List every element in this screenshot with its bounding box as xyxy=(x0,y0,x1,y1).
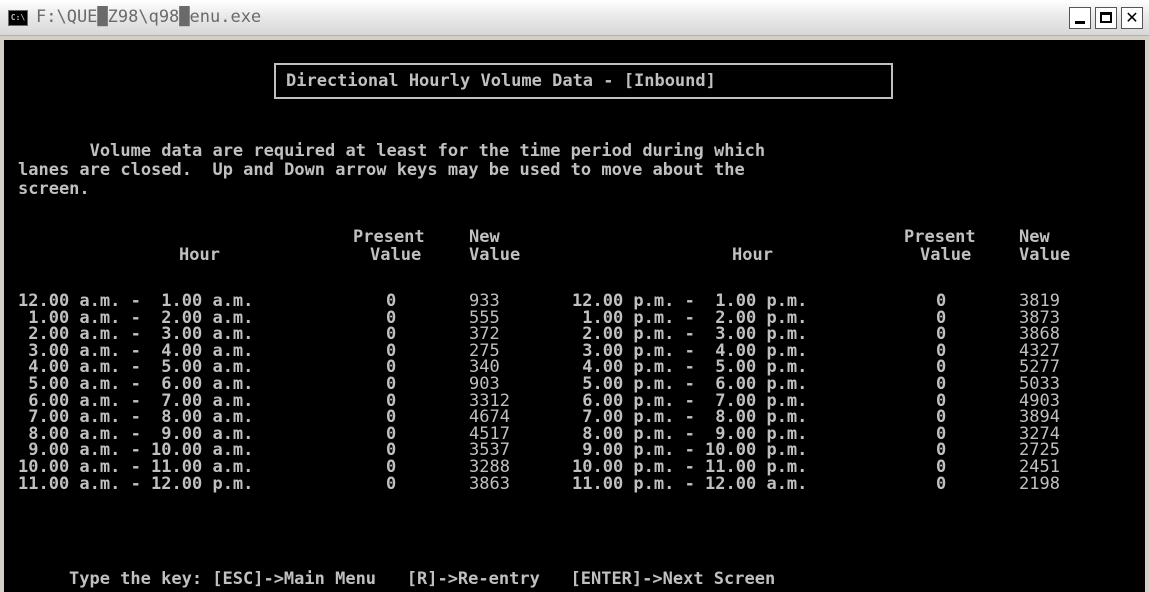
window-title: F:\QUE█Z98\q98█enu.exe xyxy=(36,7,262,27)
left-new-value-input[interactable]: 3863 xyxy=(469,474,510,494)
right-new-value-input[interactable]: 2198 xyxy=(1019,474,1060,494)
maximize-icon xyxy=(1100,12,1112,23)
right-hour-cell: 11.00 p.m. - 12.00 a.m. xyxy=(572,473,808,494)
right-new-value-header: Value xyxy=(1019,245,1071,265)
console-screen[interactable]: Directional Hourly Volume Data - [Inboun… xyxy=(4,40,1145,592)
left-present-value-cell: 0 xyxy=(386,473,397,494)
instruction-line-1: Volume data are required at least for th… xyxy=(18,141,766,161)
left-new-value-header: Value xyxy=(469,245,521,265)
console-app-icon[interactable]: C:\ xyxy=(8,10,28,26)
right-present-value-cell: 0 xyxy=(936,473,947,494)
instruction-line-3: screen. xyxy=(18,179,90,199)
instruction-line-2: lanes are closed. Up and Down arrow keys… xyxy=(18,160,745,180)
screen-heading: Directional Hourly Volume Data - [Inboun… xyxy=(286,71,716,91)
title-bar[interactable]: C:\ F:\QUE█Z98\q98█enu.exe ✕ xyxy=(0,0,1149,36)
console-window: C:\ F:\QUE█Z98\q98█enu.exe ✕ Directional… xyxy=(0,0,1149,592)
right-hour-header: Hour xyxy=(732,245,773,265)
maximize-button[interactable] xyxy=(1095,7,1117,29)
close-icon: ✕ xyxy=(1125,8,1139,27)
close-button[interactable]: ✕ xyxy=(1121,7,1143,29)
right-present-value-header: Value xyxy=(920,245,972,265)
key-help-footer: Type the key: [ESC]->Main Menu [R]->Re-e… xyxy=(69,569,776,589)
left-present-value-header: Value xyxy=(370,245,422,265)
minimize-icon xyxy=(1075,21,1085,24)
left-hour-header: Hour xyxy=(179,245,220,265)
minimize-button[interactable] xyxy=(1069,7,1091,29)
left-hour-cell: 11.00 a.m. - 12.00 p.m. xyxy=(18,473,254,494)
